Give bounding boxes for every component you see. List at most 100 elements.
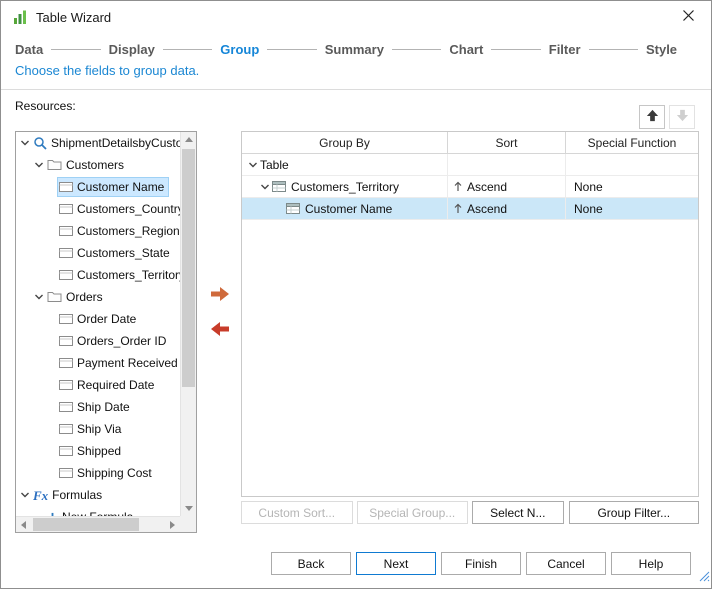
tree-item-label: Customers_Country xyxy=(77,202,180,216)
custom-sort-button[interactable]: Custom Sort... xyxy=(241,501,353,524)
step-connector xyxy=(267,48,317,50)
field-icon xyxy=(59,270,73,280)
tree-item-required-date[interactable]: Required Date xyxy=(16,374,180,396)
tree-item-shipped[interactable]: Shipped xyxy=(16,440,180,462)
tree-item-label: Ship Date xyxy=(77,400,130,414)
tree-node[interactable]: Order Date xyxy=(58,310,140,328)
resize-grip[interactable] xyxy=(698,569,710,587)
tree-node[interactable]: Ship Date xyxy=(58,398,134,416)
next-button[interactable]: Next xyxy=(356,552,436,575)
resources-label: Resources: xyxy=(15,99,76,113)
scroll-right-icon[interactable] xyxy=(165,517,180,532)
select-n-button[interactable]: Select N... xyxy=(472,501,564,524)
scroll-left-icon[interactable] xyxy=(16,517,31,532)
finish-button[interactable]: Finish xyxy=(441,552,521,575)
tree-item-shipping-cost[interactable]: Shipping Cost xyxy=(16,462,180,484)
add-field-button[interactable] xyxy=(207,284,233,308)
tree-item-payment-received[interactable]: Payment Received xyxy=(16,352,180,374)
close-button[interactable] xyxy=(673,5,703,29)
chevron-down-icon[interactable] xyxy=(246,160,260,170)
divider xyxy=(1,89,711,90)
special-function-label: None xyxy=(574,179,603,194)
move-up-button[interactable] xyxy=(639,105,665,129)
tree-node[interactable]: Ship Via xyxy=(58,420,125,438)
tree-node[interactable]: New Formula xyxy=(46,508,137,516)
horizontal-scroll-thumb[interactable] xyxy=(33,518,139,531)
tree-node[interactable]: Customers_Country xyxy=(58,200,180,218)
wizard-step-chart[interactable]: Chart xyxy=(449,42,483,57)
tree-item-label: Orders_Order ID xyxy=(77,334,167,348)
special-function-cell[interactable]: None xyxy=(566,198,698,219)
scroll-up-icon[interactable] xyxy=(181,132,196,147)
sort-ascend-icon xyxy=(454,203,462,214)
tree-horizontal-scrollbar[interactable] xyxy=(16,516,180,532)
special-function-cell[interactable] xyxy=(566,154,698,175)
help-button[interactable]: Help xyxy=(611,552,691,575)
sort-cell[interactable] xyxy=(448,154,566,175)
wizard-step-style[interactable]: Style xyxy=(646,42,677,57)
chevron-down-icon[interactable] xyxy=(18,138,32,148)
tree-item-label: Shipped xyxy=(77,444,122,458)
tree-node[interactable]: Orders_Order ID xyxy=(58,332,170,350)
remove-field-button[interactable] xyxy=(207,319,233,343)
sort-cell[interactable]: Ascend xyxy=(448,198,566,219)
tree-selected-node[interactable]: Customer Name xyxy=(56,177,170,197)
vertical-scroll-thumb[interactable] xyxy=(182,149,195,387)
tree-item-ship-date[interactable]: Ship Date xyxy=(16,396,180,418)
wizard-subtitle: Choose the fields to group data. xyxy=(15,63,200,78)
tree-item-orders-order-id[interactable]: Orders_Order ID xyxy=(16,330,180,352)
scroll-down-icon[interactable] xyxy=(181,501,196,516)
tree-item-ship-via[interactable]: Ship Via xyxy=(16,418,180,440)
wizard-step-summary[interactable]: Summary xyxy=(325,42,384,57)
wizard-step-group[interactable]: Group xyxy=(220,42,259,57)
tree-node[interactable]: Customers_Territory xyxy=(58,266,180,284)
special-function-label: None xyxy=(574,201,603,216)
tree-node[interactable]: Payment Received xyxy=(58,354,180,372)
sort-cell[interactable]: Ascend xyxy=(448,176,566,197)
group-row-customers-territory[interactable]: Customers_Territory Ascend None xyxy=(242,176,698,198)
tree-item-customers-state[interactable]: Customers_State xyxy=(16,242,180,264)
resources-tree-panel: ShipmentDetailsbyCustom Customers Customer… xyxy=(15,131,197,533)
special-group-button[interactable]: Special Group... xyxy=(356,501,468,524)
wizard-step-filter[interactable]: Filter xyxy=(549,42,581,57)
tree-node[interactable]: Customers_Region xyxy=(58,222,180,240)
move-down-button[interactable] xyxy=(669,105,695,129)
group-by-cell: Table xyxy=(242,154,448,175)
tree-item-customers-country[interactable]: Customers_Country xyxy=(16,198,180,220)
group-row-customer-name[interactable]: Customer Name Ascend None xyxy=(242,198,698,220)
wizard-step-data[interactable]: Data xyxy=(15,42,43,57)
tree-item-customers-region[interactable]: Customers_Region xyxy=(16,220,180,242)
special-function-cell[interactable]: None xyxy=(566,176,698,197)
tree-node[interactable]: Shipped xyxy=(58,442,125,460)
chevron-down-icon[interactable] xyxy=(18,490,32,500)
tree-node[interactable]: Customers_State xyxy=(58,244,174,262)
column-header-sort: Sort xyxy=(448,132,566,153)
cancel-button[interactable]: Cancel xyxy=(526,552,606,575)
tree-item-new-formula[interactable]: New Formula xyxy=(16,506,180,516)
chevron-down-icon[interactable] xyxy=(32,292,46,302)
tree-item-customers[interactable]: Customers xyxy=(16,154,180,176)
group-filter-button[interactable]: Group Filter... xyxy=(568,501,699,524)
tree-vertical-scrollbar[interactable] xyxy=(180,132,196,516)
tree-item-label: ShipmentDetailsbyCustom xyxy=(51,136,180,150)
field-icon xyxy=(59,402,73,412)
tree-item-shipmentdetailsbycustom[interactable]: ShipmentDetailsbyCustom xyxy=(16,132,180,154)
wizard-step-display[interactable]: Display xyxy=(109,42,155,57)
tree-item-label: Customer Name xyxy=(77,180,165,194)
chevron-down-icon[interactable] xyxy=(32,160,46,170)
tree-item-order-date[interactable]: Order Date xyxy=(16,308,180,330)
tree-node[interactable]: Orders xyxy=(46,288,107,306)
group-row-table[interactable]: Table xyxy=(242,154,698,176)
tree-node[interactable]: Fx Formulas xyxy=(32,486,106,504)
back-button[interactable]: Back xyxy=(271,552,351,575)
tree-item-customer-name[interactable]: Customer Name xyxy=(16,176,180,198)
tree-node[interactable]: ShipmentDetailsbyCustom xyxy=(32,134,180,152)
tree-node[interactable]: Shipping Cost xyxy=(58,464,156,482)
step-connector xyxy=(491,48,541,50)
tree-node[interactable]: Customers xyxy=(46,156,128,174)
tree-node[interactable]: Required Date xyxy=(58,376,158,394)
tree-item-customers-territory[interactable]: Customers_Territory xyxy=(16,264,180,286)
chevron-down-icon[interactable] xyxy=(258,182,272,192)
tree-item-formulas[interactable]: Fx Formulas xyxy=(16,484,180,506)
tree-item-orders[interactable]: Orders xyxy=(16,286,180,308)
